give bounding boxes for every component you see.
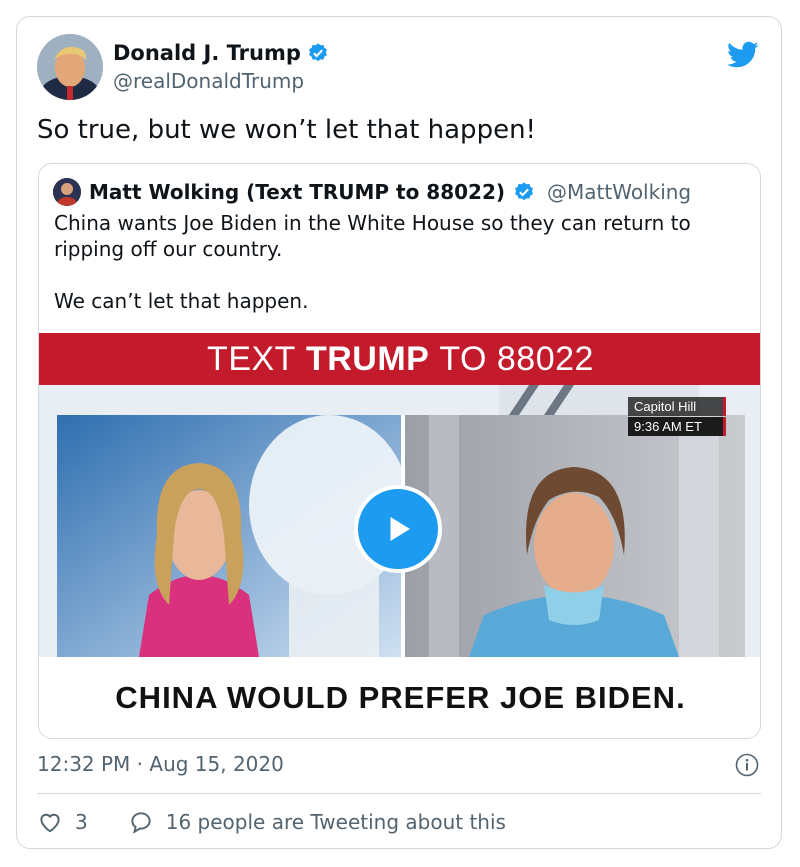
banner-suffix: TO 88022 <box>439 339 594 378</box>
quoted-text-paragraph: We can’t let that happen. <box>54 289 309 313</box>
quoted-author-handle[interactable]: @MattWolking <box>547 180 691 204</box>
tweet-timestamp[interactable]: 12:32 PM · Aug 15, 2020 <box>37 751 284 777</box>
verified-badge-icon <box>308 43 327 62</box>
divider <box>37 793 761 794</box>
play-icon <box>390 517 410 541</box>
quoted-tweet-text: China wants Joe Biden in the White House… <box>54 210 744 314</box>
media-banner: TEXT TRUMP TO 88022 <box>39 333 760 385</box>
quoted-author-name[interactable]: Matt Wolking (Text TRUMP to 88022) <box>89 180 505 204</box>
conversation-text: 16 people are Tweeting about this <box>165 810 506 834</box>
author-handle[interactable]: @realDonaldTrump <box>113 68 304 94</box>
author-name-row[interactable]: Donald J. Trump <box>113 39 329 67</box>
play-button[interactable] <box>354 485 442 573</box>
time-label: 9:36 AM ET <box>628 417 726 436</box>
banner-prefix: TEXT <box>207 339 296 378</box>
tweet-card[interactable]: Donald J. Trump @realDonaldTrump So true… <box>16 16 782 849</box>
like-count: 3 <box>75 810 88 834</box>
banner-bold: TRUMP <box>305 339 430 378</box>
twitter-bird-icon[interactable] <box>727 41 759 69</box>
conversation-action[interactable]: 16 people are Tweeting about this <box>128 809 506 835</box>
video-frame[interactable]: Capitol Hill 9:36 AM ET <box>39 385 760 657</box>
tweet-text: So true, but we won’t let that happen! <box>37 115 536 145</box>
quoted-author-avatar[interactable] <box>53 178 81 206</box>
like-action[interactable]: 3 <box>37 809 88 835</box>
author-avatar[interactable] <box>37 34 103 100</box>
quoted-tweet-header: Matt Wolking (Text TRUMP to 88022) @Matt… <box>53 177 691 207</box>
quoted-text-paragraph: China wants Joe Biden in the White House… <box>54 211 691 261</box>
heart-icon <box>40 813 60 833</box>
location-label: Capitol Hill <box>628 397 726 416</box>
tweet-actions: 3 16 people are Tweeting about this <box>37 807 506 837</box>
verified-badge-icon <box>515 182 533 201</box>
video-media[interactable]: TEXT TRUMP TO 88022 Capitol Hill 9:36 AM… <box>39 333 760 738</box>
media-caption: CHINA WOULD PREFER JOE BIDEN. <box>39 657 760 738</box>
info-icon[interactable] <box>735 753 759 777</box>
location-badge: Capitol Hill 9:36 AM ET <box>628 397 726 436</box>
quoted-tweet[interactable]: Matt Wolking (Text TRUMP to 88022) @Matt… <box>38 163 761 739</box>
author-name[interactable]: Donald J. Trump <box>113 39 301 67</box>
speech-bubble-icon <box>131 812 151 834</box>
